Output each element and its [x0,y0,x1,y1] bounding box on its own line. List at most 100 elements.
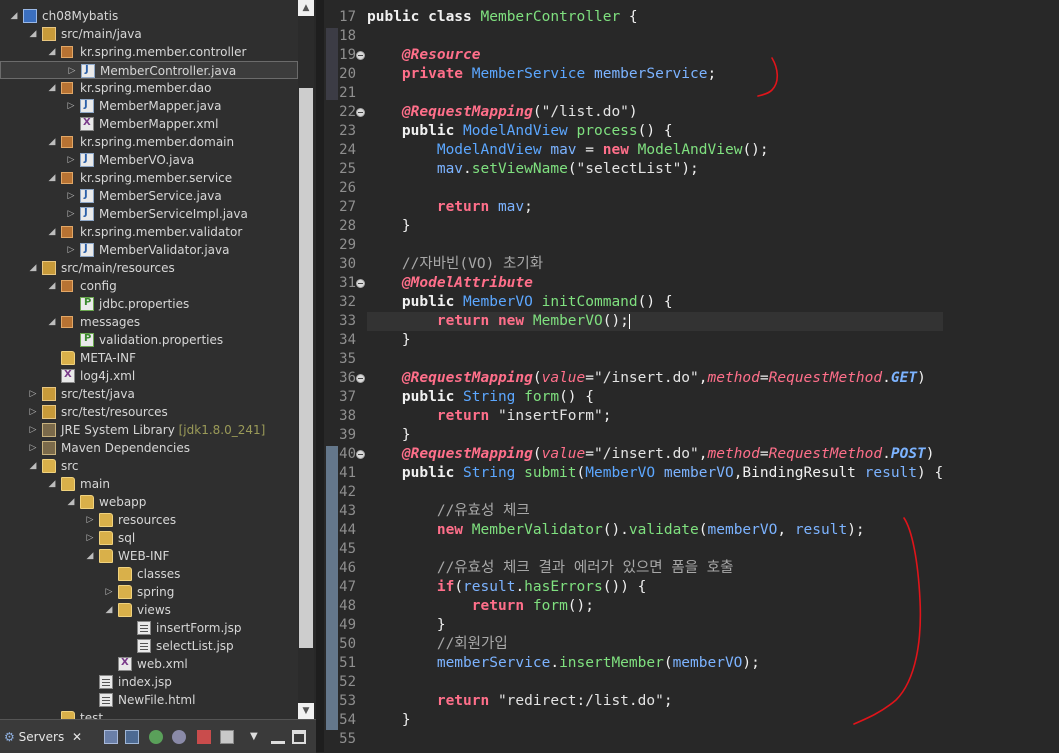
tree-item[interactable]: ◢ ch08Mybatis [0,7,314,25]
collapsed-twisty-icon[interactable]: ▷ [66,154,76,166]
collapsed-twisty-icon[interactable]: ▷ [85,514,95,526]
collapsed-twisty-icon[interactable]: ▷ [67,65,77,77]
tree-item[interactable]: ◢ main [0,475,314,493]
code-line[interactable]: @RequestMapping("/list.do") [367,103,943,122]
expanded-twisty-icon[interactable]: ◢ [66,496,76,508]
collapsed-twisty-icon[interactable]: ▷ [28,424,38,436]
collapsed-twisty-icon[interactable]: ▷ [66,100,76,112]
code-line[interactable] [367,540,943,559]
scroll-down-icon[interactable]: ▼ [298,703,314,719]
expanded-twisty-icon[interactable]: ◢ [9,10,19,22]
tree-item[interactable]: index.jsp [0,673,314,691]
tree-item[interactable]: ▷ sql [0,529,314,547]
code-line[interactable]: new MemberValidator().validate(memberVO,… [367,521,943,540]
tree-item[interactable]: ▷ src/test/java [0,385,314,403]
stop-server-icon[interactable] [197,730,211,744]
collapsed-twisty-icon[interactable]: ▷ [28,406,38,418]
tree-item[interactable]: web.xml [0,655,314,673]
tree-item[interactable]: validation.properties [0,331,314,349]
code-line[interactable]: @RequestMapping(value="/insert.do",metho… [367,445,943,464]
start-server-icon[interactable] [149,730,163,744]
code-line[interactable]: return new MemberVO(); [367,312,944,331]
tree-item[interactable]: ◢ config [0,277,314,295]
collapse-icon[interactable] [104,730,118,744]
publish-icon[interactable] [220,730,234,744]
fold-collapse-icon[interactable] [356,108,365,117]
code-editor[interactable]: 17 18 19 20 21 22 23 24 25 26 27 28 29 30 31 32 33 34 35 36… [324,0,1059,752]
code-line[interactable]: return mav; [367,198,943,217]
code-line[interactable]: } [367,217,943,236]
code-line[interactable]: //회원가입 [367,635,943,654]
fold-collapse-icon[interactable] [356,279,365,288]
expanded-twisty-icon[interactable]: ◢ [47,136,57,148]
expanded-twisty-icon[interactable]: ◢ [47,46,57,58]
tree-item[interactable]: jdbc.properties [0,295,314,313]
expanded-twisty-icon[interactable]: ◢ [47,478,57,490]
minimize-icon[interactable] [271,730,285,744]
tree-item[interactable]: ▷ MemberVO.java [0,151,314,169]
tree-item[interactable]: MemberMapper.xml [0,115,314,133]
code-line[interactable]: return "redirect:/list.do"; [367,692,943,711]
tree-item[interactable]: ◢ WEB-INF [0,547,314,565]
code-line[interactable] [367,27,943,46]
code-line[interactable] [367,179,943,198]
code-line[interactable] [367,483,943,502]
tree-item[interactable]: ◢ messages [0,313,314,331]
expanded-twisty-icon[interactable]: ◢ [47,280,57,292]
collapsed-twisty-icon[interactable]: ▷ [66,244,76,256]
collapsed-twisty-icon[interactable]: ▷ [66,208,76,220]
collapsed-twisty-icon[interactable]: ▷ [28,442,38,454]
tree-item[interactable]: insertForm.jsp [0,619,314,637]
maximize-icon[interactable] [292,730,306,744]
code-line[interactable]: } [367,711,943,730]
expanded-twisty-icon[interactable]: ◢ [47,316,57,328]
code-text[interactable]: public class MemberController { @Resourc… [367,8,944,752]
expanded-twisty-icon[interactable]: ◢ [85,550,95,562]
view-divider[interactable] [316,0,324,752]
tree-item[interactable]: ◢ kr.spring.member.controller [0,43,314,61]
fold-collapse-icon[interactable] [356,374,365,383]
expanded-twisty-icon[interactable]: ◢ [47,172,57,184]
collapsed-twisty-icon[interactable]: ▷ [66,190,76,202]
tree-item[interactable]: META-INF [0,349,314,367]
code-line[interactable] [367,673,943,692]
profile-server-icon[interactable] [172,730,186,744]
tree-item[interactable]: log4j.xml [0,367,314,385]
code-line[interactable]: //유효성 체크 [367,502,943,521]
code-line[interactable]: ModelAndView mav = new ModelAndView(); [367,141,943,160]
tree-item[interactable]: selectList.jsp [0,637,314,655]
code-line[interactable]: //유효성 체크 결과 에러가 있으면 폼을 호출 [367,559,943,578]
tree-item[interactable]: ▷ MemberServiceImpl.java [0,205,314,223]
code-line[interactable]: return "insertForm"; [367,407,943,426]
code-line[interactable]: memberService.insertMember(memberVO); [367,654,943,673]
code-line[interactable]: public ModelAndView process() { [367,122,943,141]
code-line[interactable] [367,350,943,369]
fold-collapse-icon[interactable] [356,51,365,60]
expanded-twisty-icon[interactable]: ◢ [28,262,38,274]
code-line[interactable]: } [367,426,943,445]
tree-item[interactable]: ▷ spring [0,583,314,601]
expanded-twisty-icon[interactable]: ◢ [28,460,38,472]
expanded-twisty-icon[interactable]: ◢ [47,82,57,94]
tree-item[interactable]: ▷ MemberController.java [0,61,298,79]
collapsed-twisty-icon[interactable]: ▷ [28,388,38,400]
code-line[interactable]: public String form() { [367,388,943,407]
code-line[interactable]: public String submit(MemberVO memberVO,B… [367,464,943,483]
tree-item[interactable]: ▷ JRE System Library [jdk1.8.0_241] [0,421,314,439]
tree-item[interactable]: ◢ kr.spring.member.domain [0,133,314,151]
tree-item[interactable]: ▷ MemberMapper.java [0,97,314,115]
tree-item[interactable]: ▷ resources [0,511,314,529]
collapsed-twisty-icon[interactable]: ▷ [85,532,95,544]
tree-item[interactable]: ◢ webapp [0,493,314,511]
expanded-twisty-icon[interactable]: ◢ [47,226,57,238]
tree-item[interactable]: ◢ src/main/resources [0,259,314,277]
code-line[interactable] [367,236,943,255]
code-line[interactable]: @RequestMapping(value="/insert.do",metho… [367,369,943,388]
tree-item[interactable]: ▷ Maven Dependencies [0,439,314,457]
view-menu-chevron-icon[interactable]: ▼ [250,730,264,744]
tree-item[interactable]: classes [0,565,314,583]
code-line[interactable] [367,84,943,103]
close-icon[interactable]: ✕ [72,730,82,744]
code-line[interactable]: } [367,331,943,350]
debug-server-icon[interactable] [125,730,139,744]
